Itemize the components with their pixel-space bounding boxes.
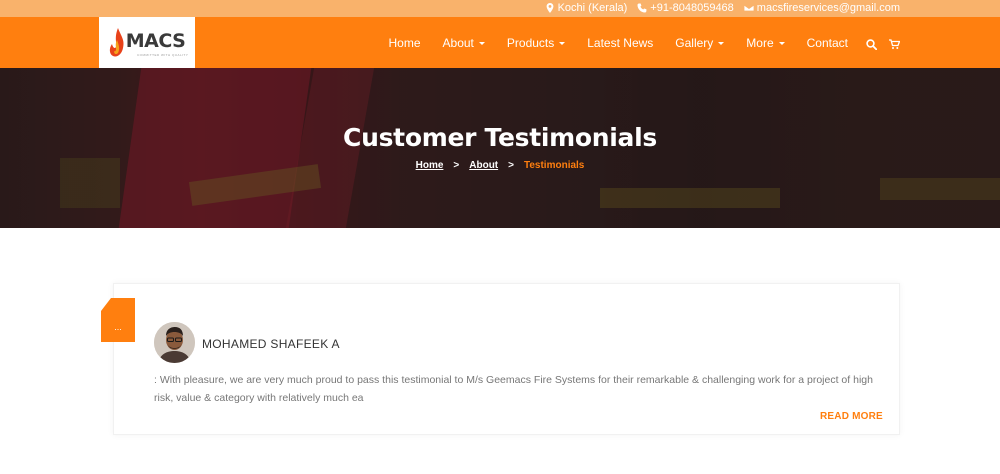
email-text[interactable]: macsfireservices@gmail.com — [757, 2, 900, 14]
nav-contact-label: Contact — [806, 35, 848, 50]
breadcrumb-current: Testimonials — [523, 160, 585, 171]
map-marker-icon — [546, 3, 553, 13]
logo-text: MACS — [125, 29, 186, 52]
badge-top — [111, 298, 135, 311]
person-name: MOHAMED SHAFEEK A — [202, 337, 340, 351]
contact-info: Kochi (Kerala) +91-8048059468 macsfirese… — [545, 2, 900, 14]
page-title: Customer Testimonials — [343, 123, 657, 152]
nav-home[interactable]: Home — [389, 36, 421, 50]
nav-more[interactable]: More — [746, 35, 785, 50]
avatar — [154, 322, 195, 363]
chevron-down-icon — [718, 42, 725, 45]
main-navbar: MACS COMMITTED WITH QUALITY Home About P… — [0, 17, 1000, 68]
nav-latest-news-label: Latest News — [587, 35, 654, 50]
person-portrait-icon — [154, 322, 195, 363]
location-item: Kochi (Kerala) — [545, 2, 628, 14]
breadcrumb: Home > About > Testimonials — [0, 160, 1000, 171]
search-icon[interactable] — [866, 37, 878, 51]
nav-latest-news[interactable]: Latest News — [587, 36, 653, 50]
nav-gallery-label: Gallery — [675, 35, 714, 50]
hero-banner: Customer Testimonials Home > About > Tes… — [0, 68, 1000, 228]
email-item[interactable]: macsfireservices@gmail.com — [743, 2, 900, 14]
phone-text[interactable]: +91-8048059468 — [650, 2, 734, 14]
badge-fold — [101, 298, 111, 311]
cart-icon[interactable] — [889, 37, 901, 49]
phone-icon — [637, 3, 647, 13]
envelope-icon — [743, 4, 754, 12]
breadcrumb-home[interactable]: Home — [416, 160, 444, 171]
breadcrumb-about[interactable]: About — [469, 160, 498, 171]
nav-home-label: Home — [388, 35, 421, 50]
logo-tagline: COMMITTED WITH QUALITY — [137, 53, 189, 57]
nav-products[interactable]: Products — [506, 35, 566, 50]
badge-text: ... — [101, 311, 135, 342]
nav-gallery[interactable]: Gallery — [675, 35, 725, 50]
nav-more-label: More — [746, 35, 774, 50]
flame-icon — [109, 27, 124, 57]
nav-menu: Home About Products Latest News Gallery … — [367, 17, 901, 68]
nav-about[interactable]: About — [443, 36, 485, 50]
phone-item[interactable]: +91-8048059468 — [637, 2, 734, 14]
read-more-link[interactable]: READ MORE — [820, 411, 883, 422]
testimonial-card — [113, 283, 900, 435]
nav-contact[interactable]: Contact — [807, 36, 848, 50]
chevron-down-icon — [778, 42, 785, 45]
location-text: Kochi (Kerala) — [557, 2, 628, 14]
nav-about-label: About — [442, 35, 474, 50]
quote-badge: ... — [101, 298, 135, 342]
breadcrumb-separator: > — [453, 160, 460, 171]
chevron-down-icon — [559, 42, 566, 45]
breadcrumb-separator: > — [508, 160, 514, 171]
chevron-down-icon — [478, 42, 485, 45]
nav-products-label: Products — [506, 35, 555, 50]
site-logo[interactable]: MACS COMMITTED WITH QUALITY — [99, 17, 195, 68]
top-contact-bar: Kochi (Kerala) +91-8048059468 macsfirese… — [0, 0, 1000, 17]
testimonial-text: : With pleasure, we are very much proud … — [154, 374, 873, 404]
